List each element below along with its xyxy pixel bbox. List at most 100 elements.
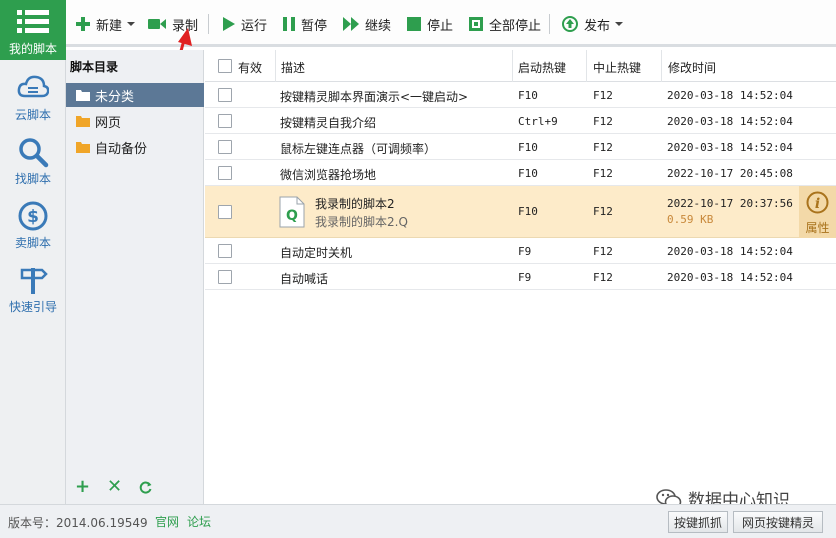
row-stop-hotkey: F12 (593, 271, 613, 284)
nav-find-scripts[interactable]: 找脚本 (0, 134, 66, 196)
capture-tool-button[interactable]: 按键抓抓 (668, 511, 728, 533)
nav-sell-label: 卖脚本 (14, 236, 51, 250)
folder-icon (76, 116, 90, 127)
row-start-hotkey: F9 (518, 245, 532, 258)
plus-icon (76, 17, 90, 31)
row-modified-time: 2020-03-18 14:52:04 (667, 245, 793, 258)
pause-button[interactable]: 暂停 (283, 13, 327, 35)
chevron-down-icon (615, 22, 624, 26)
stop-button[interactable]: 停止 (407, 13, 453, 35)
run-button[interactable]: 运行 (223, 13, 267, 35)
col-valid[interactable]: 有效 (238, 59, 262, 76)
row-file-size: 0.59 KB (667, 213, 714, 226)
official-site-link[interactable]: 官网 (155, 513, 179, 530)
add-folder-icon[interactable]: + (75, 476, 90, 497)
status-bar: 版本号：2014.06.19549 官网 论坛 按键抓抓 网页按键精灵 (0, 504, 836, 538)
signpost-icon (20, 268, 48, 294)
delete-folder-icon[interactable]: ✕ (107, 476, 122, 497)
stop-all-button[interactable]: 全部停止 (469, 13, 541, 35)
row-stop-hotkey: F12 (593, 115, 613, 128)
nav-my-scripts[interactable]: 我的脚本 (0, 0, 66, 60)
stop-all-icon (469, 17, 483, 31)
folder-icon (76, 142, 90, 153)
forum-link[interactable]: 论坛 (187, 513, 211, 530)
nav-cloud-scripts[interactable]: 云脚本 (0, 70, 66, 132)
row-start-hotkey: Ctrl+9 (518, 115, 558, 128)
row-stop-hotkey: F12 (593, 167, 613, 180)
resume-button[interactable]: 继续 (343, 13, 391, 35)
table-row[interactable]: 鼠标左键连点器（可调频率） F10 F12 2020-03-18 14:52:0… (205, 134, 836, 160)
new-button-label: 新建 (96, 18, 123, 34)
stop-button-label: 停止 (427, 18, 454, 34)
table-header: 有效 描述 启动热键 中止热键 修改时间 (205, 50, 836, 82)
script-table: 有效 描述 启动热键 中止热键 修改时间 按键精灵脚本界面演示<一键启动> F1… (205, 50, 836, 504)
cloud-icon (17, 75, 49, 98)
row-modified-time: 2020-03-18 14:52:04 (667, 141, 793, 154)
chevron-down-icon (127, 22, 136, 26)
svg-text:Q: Q (286, 208, 298, 224)
select-all-checkbox[interactable] (218, 59, 232, 73)
nav-sell-scripts[interactable]: $ 卖脚本 (0, 198, 66, 260)
row-stop-hotkey: F12 (593, 205, 613, 218)
col-stop-hotkey[interactable]: 中止热键 (593, 59, 641, 76)
q-file-icon: Q (279, 196, 305, 228)
list-icon (17, 10, 49, 33)
dir-item-label: 未分类 (95, 89, 135, 105)
row-checkbox[interactable] (218, 270, 232, 284)
toolbar-divider (208, 14, 209, 34)
row-description: 自动定时关机 (280, 246, 353, 260)
dir-item-label: 网页 (95, 115, 122, 131)
table-row[interactable]: 自动定时关机 F9 F12 2020-03-18 14:52:04 (205, 238, 836, 264)
directory-title: 脚本目录 (70, 60, 119, 74)
col-modified-time[interactable]: 修改时间 (668, 59, 716, 76)
properties-button[interactable]: i 属性 (799, 186, 836, 238)
row-checkbox[interactable] (218, 205, 232, 219)
dir-item-label: 自动备份 (95, 141, 148, 157)
stop-all-button-label: 全部停止 (489, 18, 542, 34)
column-divider (512, 50, 513, 82)
folder-icon (76, 90, 90, 101)
table-row[interactable]: 自动喊话 F9 F12 2020-03-18 14:52:04 (205, 264, 836, 290)
row-checkbox[interactable] (218, 244, 232, 258)
table-row-selected[interactable]: Q 我录制的脚本2 我录制的脚本2.Q F10 F12 2022-10-17 2… (205, 186, 836, 238)
row-modified-time: 2020-03-18 14:52:04 (667, 89, 793, 102)
row-modified-time: 2020-03-18 14:52:04 (667, 115, 793, 128)
row-checkbox[interactable] (218, 166, 232, 180)
new-button[interactable]: 新建 (76, 13, 136, 35)
col-description[interactable]: 描述 (281, 59, 305, 76)
nav-cloud-label: 云脚本 (14, 108, 51, 122)
row-checkbox[interactable] (218, 88, 232, 102)
nav-find-label: 找脚本 (14, 172, 51, 186)
info-icon: i (806, 191, 829, 214)
web-keyboard-wizard-button[interactable]: 网页按键精灵 (733, 511, 823, 533)
row-checkbox[interactable] (218, 140, 232, 154)
table-row[interactable]: 按键精灵自我介绍 Ctrl+9 F12 2020-03-18 14:52:04 (205, 108, 836, 134)
dir-item-uncategorized[interactable]: 未分类 (66, 83, 204, 107)
row-modified-time: 2022-10-17 20:45:08 (667, 167, 793, 180)
col-start-hotkey[interactable]: 启动热键 (518, 59, 566, 76)
row-script-name: 我录制的脚本2 (315, 197, 395, 211)
svg-text:i: i (815, 196, 820, 212)
row-start-hotkey: F9 (518, 271, 532, 284)
row-checkbox[interactable] (218, 114, 232, 128)
row-description: 鼠标左键连点器（可调频率） (280, 142, 437, 156)
row-modified-time: 2022-10-17 20:37:56 (667, 197, 793, 210)
row-script-file: 我录制的脚本2.Q (315, 215, 408, 229)
row-start-hotkey: F10 (518, 167, 538, 180)
table-row[interactable]: 微信浏览器抢场地 F10 F12 2022-10-17 20:45:08 (205, 160, 836, 186)
dir-item-auto-backup[interactable]: 自动备份 (66, 135, 204, 159)
properties-label: 属性 (805, 221, 830, 235)
resume-button-label: 继续 (365, 18, 392, 34)
script-directory-panel: 脚本目录 未分类 网页 自动备份 + ✕ (66, 50, 204, 504)
version-label: 版本号：2014.06.19549 (8, 516, 148, 530)
upload-circle-icon (562, 16, 578, 32)
search-icon (19, 138, 49, 168)
publish-button[interactable]: 发布 (562, 13, 624, 35)
table-row[interactable]: 按键精灵脚本界面演示<一键启动> F10 F12 2020-03-18 14:5… (205, 82, 836, 108)
refresh-icon[interactable] (139, 481, 152, 494)
left-nav: 我的脚本 云脚本 找脚本 $ 卖脚本 快速引导 (0, 0, 66, 510)
nav-quick-guide[interactable]: 快速引导 (0, 262, 66, 324)
nav-guide-label: 快速引导 (8, 300, 57, 314)
row-start-hotkey: F10 (518, 141, 538, 154)
dir-item-web[interactable]: 网页 (66, 109, 204, 133)
